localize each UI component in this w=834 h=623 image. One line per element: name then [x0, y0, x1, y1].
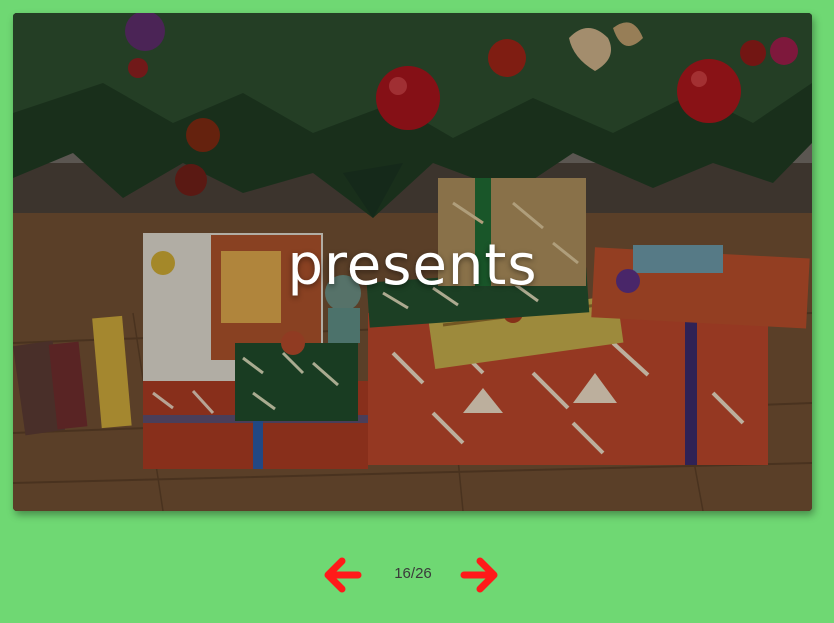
- slide-caption: presents: [287, 233, 538, 298]
- next-slide-button[interactable]: [458, 555, 502, 595]
- slideshow-pager: 16/26: [0, 555, 834, 595]
- slide-image-card: presents: [13, 13, 812, 511]
- slide-counter: 16/26: [394, 565, 432, 582]
- arrow-left-icon: [324, 557, 362, 593]
- previous-slide-button[interactable]: [320, 555, 364, 595]
- arrow-right-icon: [460, 557, 498, 593]
